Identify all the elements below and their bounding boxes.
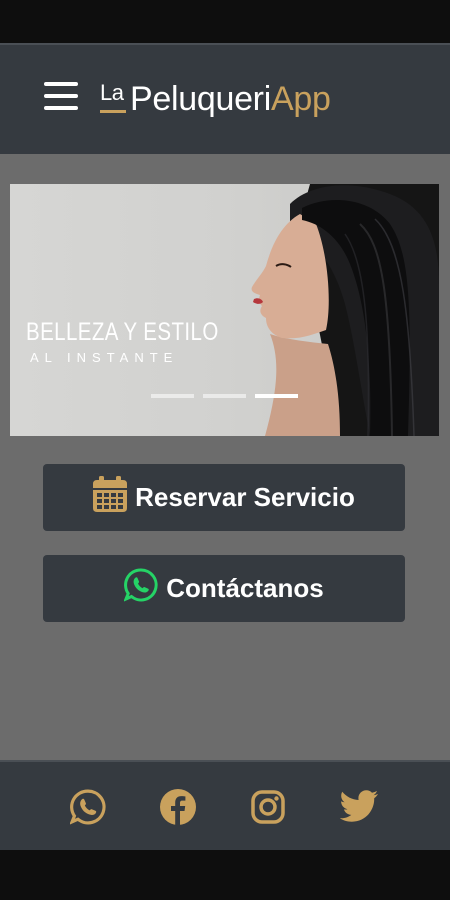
banner-subtitle: AL INSTANTE [30,350,179,365]
instagram-icon[interactable] [250,789,286,825]
whatsapp-icon [123,568,158,609]
social-footer [0,760,450,850]
reserve-service-button[interactable]: Reservar Servicio [43,464,405,531]
logo-prefix: La [100,80,124,105]
contact-label: Contáctanos [166,573,324,603]
carousel-indicators [151,394,301,398]
hero-carousel[interactable]: BELLEZA Y ESTILO AL INSTANTE [10,184,439,436]
main-content: BELLEZA Y ESTILO AL INSTANTE Reservar Se… [0,154,450,760]
carousel-indicator-1[interactable] [151,394,194,398]
navigation-bar [0,850,450,900]
hamburger-menu-icon[interactable] [44,82,78,110]
carousel-indicator-2[interactable] [203,394,246,398]
facebook-icon[interactable] [160,789,196,825]
twitter-icon[interactable] [339,789,378,825]
reserve-service-label: Reservar Servicio [135,482,355,512]
banner-title: BELLEZA Y ESTILO [26,318,219,346]
hero-woman-image [251,184,439,436]
contact-button[interactable]: Contáctanos [43,555,405,622]
logo-text: PeluqueriApp [130,79,331,119]
logo-underline [100,110,126,113]
whatsapp-icon[interactable] [69,789,106,825]
carousel-indicator-3[interactable] [255,394,298,398]
logo-main: Peluqueri [130,80,271,118]
logo-accent: App [270,80,331,118]
calendar-icon [93,476,128,519]
status-bar [0,0,450,43]
app-header: La PeluqueriApp [0,43,450,154]
